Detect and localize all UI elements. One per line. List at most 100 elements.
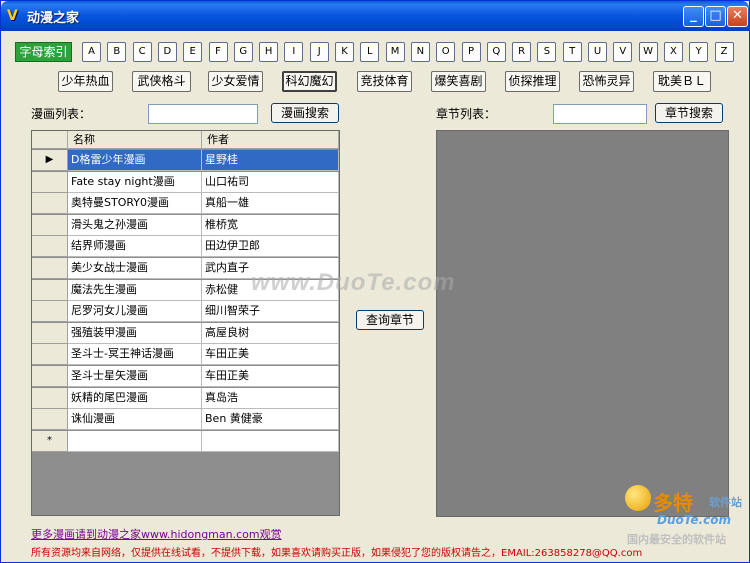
letter-button-k[interactable]: K xyxy=(335,42,354,62)
row-header[interactable] xyxy=(32,279,68,301)
letter-button-z[interactable]: Z xyxy=(714,42,734,62)
category-button-5[interactable]: 爆笑喜剧 xyxy=(431,71,486,92)
close-button[interactable]: ✕ xyxy=(727,6,748,27)
footer-link[interactable]: 更多漫画请到动漫之家www.hidongman.com观赏 xyxy=(31,526,282,542)
cell-name[interactable]: 奥特曼STORY0漫画 xyxy=(68,193,202,215)
cell-name[interactable]: 圣斗士-冥王神话漫画 xyxy=(68,344,202,366)
cell-author[interactable]: 真船一雄 xyxy=(202,193,339,215)
chapter-search-input[interactable] xyxy=(553,104,647,124)
cell-author[interactable] xyxy=(202,430,339,452)
comic-search-input[interactable] xyxy=(148,104,258,124)
letter-button-a[interactable]: A xyxy=(82,42,101,62)
letter-button-q[interactable]: Q xyxy=(486,42,506,62)
letter-button-m[interactable]: M xyxy=(385,42,405,62)
cell-name[interactable]: Fate stay night漫画 xyxy=(68,171,202,193)
row-header[interactable] xyxy=(32,214,68,236)
table-row[interactable]: 滑头鬼之孙漫画 椎桥宽 xyxy=(32,214,339,236)
cell-name[interactable]: 魔法先生漫画 xyxy=(68,279,202,301)
cell-name[interactable]: 美少女战士漫画 xyxy=(68,258,202,279)
row-header[interactable] xyxy=(32,387,68,409)
category-button-7[interactable]: 恐怖灵异 xyxy=(579,71,634,92)
letter-button-r[interactable]: R xyxy=(512,42,532,62)
row-header[interactable] xyxy=(32,258,68,279)
letter-button-b[interactable]: B xyxy=(107,42,127,62)
category-button-2[interactable]: 少女爱情 xyxy=(208,71,263,92)
cell-author[interactable]: 真岛浩 xyxy=(202,387,339,409)
letter-button-j[interactable]: J xyxy=(309,42,329,62)
cell-name[interactable]: D格雷少年漫画 xyxy=(68,150,202,171)
letter-button-y[interactable]: Y xyxy=(689,42,709,62)
title-bar[interactable]: V 动漫之家 _ □ ✕ xyxy=(1,1,749,31)
cell-author[interactable]: 车田正美 xyxy=(202,366,339,387)
table-row[interactable]: 尼罗河女儿漫画 细川智荣子 xyxy=(32,301,339,323)
cell-author[interactable]: Ben 黄健豪 xyxy=(202,409,339,431)
cell-author[interactable]: 高屋良树 xyxy=(202,322,339,344)
row-header[interactable] xyxy=(32,236,68,258)
letter-button-t[interactable]: T xyxy=(562,42,582,62)
letter-button-f[interactable]: F xyxy=(208,42,228,62)
column-header-author[interactable]: 作者 xyxy=(202,131,339,149)
row-header[interactable] xyxy=(32,193,68,215)
letter-button-n[interactable]: N xyxy=(410,42,430,62)
letter-button-o[interactable]: O xyxy=(436,42,456,62)
cell-name[interactable]: 圣斗士星矢漫画 xyxy=(68,366,202,387)
row-header[interactable] xyxy=(32,171,68,193)
category-button-3[interactable]: 科幻魔幻 xyxy=(282,71,337,92)
category-button-4[interactable]: 竞技体育 xyxy=(357,71,412,92)
cell-author[interactable]: 田边伊卫郎 xyxy=(202,236,339,258)
maximize-button[interactable]: □ xyxy=(705,6,726,27)
row-header[interactable] xyxy=(32,409,68,431)
cell-author[interactable]: 山口祐司 xyxy=(202,171,339,193)
table-row[interactable]: 诛仙漫画 Ben 黄健豪 xyxy=(32,409,339,431)
letter-button-c[interactable]: C xyxy=(132,42,152,62)
row-header[interactable] xyxy=(32,301,68,323)
letter-button-l[interactable]: L xyxy=(360,42,380,62)
letter-button-e[interactable]: E xyxy=(183,42,203,62)
letter-button-w[interactable]: W xyxy=(638,42,658,62)
row-header[interactable]: ▶ xyxy=(32,150,68,171)
row-header[interactable] xyxy=(32,366,68,387)
cell-author[interactable]: 细川智荣子 xyxy=(202,301,339,323)
table-row[interactable]: 圣斗士星矢漫画 车田正美 xyxy=(32,366,339,387)
table-row[interactable]: Fate stay night漫画 山口祐司 xyxy=(32,171,339,193)
cell-name[interactable]: 妖精的尾巴漫画 xyxy=(68,387,202,409)
table-row[interactable]: 强殖装甲漫画 高屋良树 xyxy=(32,322,339,344)
chapter-search-button[interactable]: 章节搜索 xyxy=(655,103,723,123)
letter-button-x[interactable]: X xyxy=(663,42,683,62)
letter-button-v[interactable]: V xyxy=(613,42,633,62)
letter-button-s[interactable]: S xyxy=(537,42,557,62)
row-header[interactable] xyxy=(32,344,68,366)
alpha-index-button[interactable]: 字母索引 xyxy=(15,42,72,62)
category-button-6[interactable]: 侦探推理 xyxy=(505,71,560,92)
new-row[interactable]: * xyxy=(32,430,339,452)
letter-button-i[interactable]: I xyxy=(284,42,304,62)
cell-name[interactable] xyxy=(68,430,202,452)
cell-name[interactable]: 滑头鬼之孙漫画 xyxy=(68,214,202,236)
comic-grid[interactable]: 名称 作者 ▶ D格雷少年漫画 星野桂 Fate stay night漫画 山口祐司 奥特… xyxy=(31,130,340,516)
table-row[interactable]: 奥特曼STORY0漫画 真船一雄 xyxy=(32,193,339,215)
cell-author[interactable]: 车田正美 xyxy=(202,344,339,366)
table-row[interactable]: 圣斗士-冥王神话漫画 车田正美 xyxy=(32,344,339,366)
minimize-button[interactable]: _ xyxy=(683,6,704,27)
row-header[interactable]: * xyxy=(32,430,68,452)
cell-name[interactable]: 诛仙漫画 xyxy=(68,409,202,431)
letter-button-u[interactable]: U xyxy=(588,42,607,62)
cell-name[interactable]: 强殖装甲漫画 xyxy=(68,322,202,344)
letter-button-d[interactable]: D xyxy=(157,42,177,62)
query-chapter-button[interactable]: 查询章节 xyxy=(356,310,424,330)
comic-search-button[interactable]: 漫画搜索 xyxy=(271,103,339,123)
table-row[interactable]: 妖精的尾巴漫画 真岛浩 xyxy=(32,387,339,409)
chapter-list-panel[interactable] xyxy=(436,130,729,517)
table-row[interactable]: ▶ D格雷少年漫画 星野桂 xyxy=(32,150,339,171)
cell-author[interactable]: 椎桥宽 xyxy=(202,214,339,236)
cell-name[interactable]: 结界师漫画 xyxy=(68,236,202,258)
category-button-1[interactable]: 武侠格斗 xyxy=(132,71,191,92)
category-button-0[interactable]: 少年热血 xyxy=(58,71,113,92)
category-button-8[interactable]: 耽美ＢＬ xyxy=(653,71,711,92)
column-header-name[interactable]: 名称 xyxy=(68,131,202,149)
letter-button-p[interactable]: P xyxy=(461,42,481,62)
cell-name[interactable]: 尼罗河女儿漫画 xyxy=(68,301,202,323)
row-header[interactable] xyxy=(32,322,68,344)
cell-author[interactable]: 星野桂 xyxy=(202,150,339,171)
letter-button-g[interactable]: G xyxy=(233,42,253,62)
